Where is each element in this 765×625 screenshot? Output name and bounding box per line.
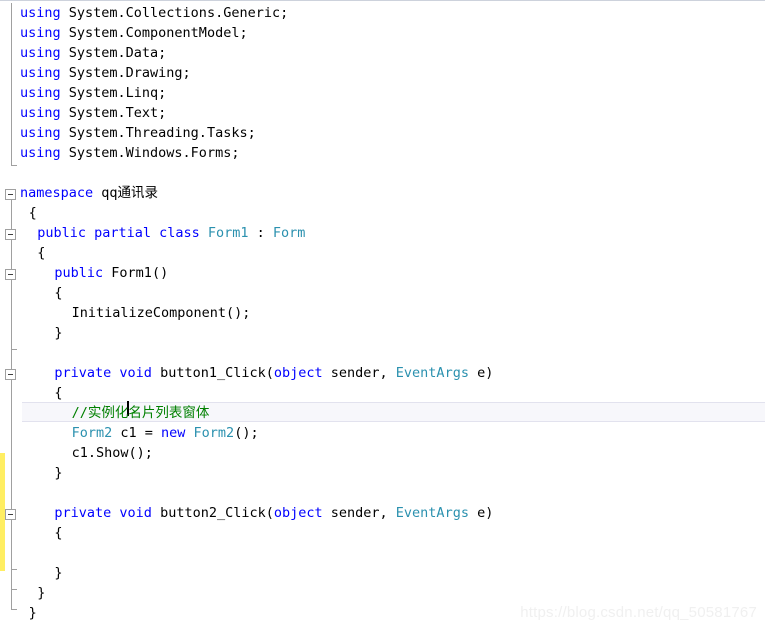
code-line[interactable]: } [0,563,63,583]
code-line[interactable]: public Form1() [0,263,168,283]
code-line[interactable]: using System.Drawing; [0,63,191,83]
code-token: (); [234,425,259,441]
code-token: EventArgs [395,505,469,521]
code-token: using [20,105,61,121]
code-token: Form1() [103,265,169,281]
code-token: { [37,245,46,261]
code-token: } [54,565,63,581]
code-token: qq通讯录 [93,185,159,201]
code-token: Form2 [193,425,235,441]
code-token: System.Drawing; [60,65,191,81]
code-editor[interactable]: using System.Collections.Generic; using S… [0,0,765,625]
code-token: c1 = [112,425,162,441]
code-line[interactable]: } [0,463,63,483]
code-token: using [20,45,61,61]
code-token: //实例化名片列表窗体 [71,405,210,421]
code-line[interactable]: using System.Linq; [0,83,166,103]
code-line[interactable]: private void button1_Click(object sender… [0,363,493,383]
code-line[interactable]: { [0,243,45,263]
code-token: c1.Show(); [71,445,153,461]
code-token: } [54,325,63,341]
code-token: sender, [322,365,396,381]
code-token: using [20,65,61,81]
code-token: System.Collections.Generic; [60,5,289,21]
code-line[interactable]: using System.Collections.Generic; [0,3,288,23]
code-line[interactable]: { [0,383,63,403]
code-token: : [248,225,273,241]
code-token: System.ComponentModel; [60,25,248,41]
code-text-surface[interactable]: using System.Collections.Generic; using S… [0,1,765,625]
code-token: private void [54,365,152,381]
code-line[interactable]: private void button2_Click(object sender… [0,503,493,523]
code-line[interactable]: namespace qq通讯录 [0,183,158,203]
code-line[interactable]: public partial class Form1 : Form [0,223,305,243]
csdn-watermark: https://blog.csdn.net/qq_50581767 [520,604,757,621]
code-line[interactable]: } [0,603,37,623]
code-token: object [273,365,323,381]
code-line[interactable]: InitializeComponent(); [0,303,251,323]
code-token: } [28,605,37,621]
code-line[interactable]: c1.Show(); [0,443,153,463]
code-token: } [54,465,63,481]
code-token: namespace [20,185,94,201]
code-line[interactable]: using System.Data; [0,43,166,63]
code-line[interactable]: Form2 c1 = new Form2(); [0,423,259,443]
code-token: public [54,265,104,281]
code-token: using [20,5,61,21]
code-line[interactable]: { [0,523,63,543]
code-token: System.Data; [60,45,167,61]
code-token: button1_Click( [151,365,274,381]
code-token: button2_Click( [151,505,274,521]
code-token: new [161,425,186,441]
code-token: EventArgs [395,365,469,381]
code-token: { [54,285,63,301]
code-token: using [20,125,61,141]
code-line[interactable]: using System.ComponentModel; [0,23,248,43]
code-token: e) [468,505,494,521]
code-token: e) [468,365,494,381]
code-token: using [20,25,61,41]
code-token: } [37,585,46,601]
code-token: object [273,505,323,521]
code-token: System.Text; [60,105,167,121]
code-line[interactable]: //实例化名片列表窗体 [0,403,210,423]
code-line[interactable]: { [0,203,37,223]
code-token: Form2 [71,425,113,441]
code-token: using [20,145,61,161]
code-token: System.Linq; [60,85,167,101]
code-token: sender, [322,505,396,521]
code-token: { [54,385,63,401]
code-token: Form1 [207,225,249,241]
code-token: { [28,205,37,221]
code-line[interactable]: } [0,583,45,603]
code-token: private void [54,505,152,521]
code-line[interactable]: using System.Windows.Forms; [0,143,239,163]
code-line[interactable]: } [0,323,63,343]
code-token: Form [272,225,306,241]
code-token: { [54,525,63,541]
code-line[interactable]: using System.Text; [0,103,166,123]
code-token: InitializeComponent(); [71,305,251,321]
code-token: System.Threading.Tasks; [60,125,256,141]
code-token: public partial class [37,225,200,241]
code-token: using [20,85,61,101]
code-line[interactable]: using System.Threading.Tasks; [0,123,256,143]
code-token: System.Windows.Forms; [60,145,240,161]
code-line[interactable]: { [0,283,63,303]
